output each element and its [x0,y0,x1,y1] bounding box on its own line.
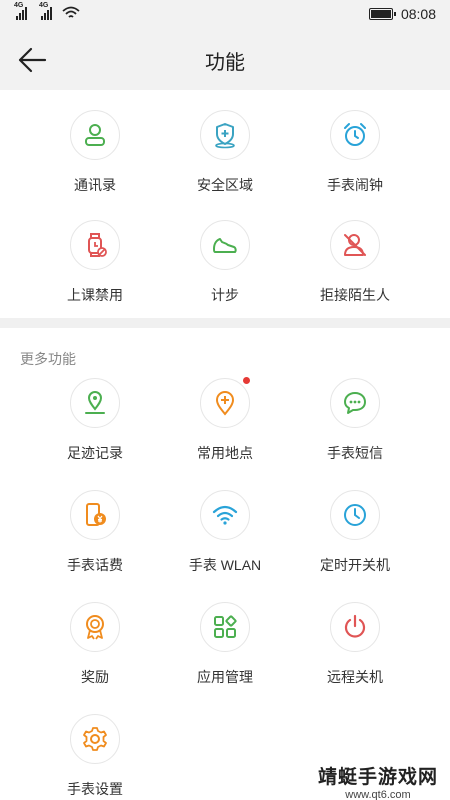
function-class-mode[interactable]: 上课禁用 [30,202,160,312]
signal-icon-2: 4G [39,2,52,20]
function-block-stranger[interactable]: 拒接陌生人 [290,202,420,312]
function-label: 定时开关机 [320,557,390,573]
phone-bill-icon [86,503,106,526]
safe-zone-icon [215,123,235,149]
function-label: 手表短信 [327,445,383,461]
status-bar: 4G 4G 08:08 [0,0,450,30]
function-label: 手表 WLAN [188,557,262,573]
watermark-url: www.qt6.com [345,789,411,800]
sms-icon [344,392,366,414]
function-step[interactable]: 计步 [160,202,290,312]
function-app-manage[interactable]: 应用管理 [160,584,290,694]
function-favorite-place[interactable]: 常用地点 [160,360,290,470]
app-manage-icon [214,615,237,638]
signal-icon: 4G [14,2,27,20]
section-divider [0,318,450,328]
function-remote-shutdown[interactable]: 远程关机 [290,584,420,694]
function-safe-zone[interactable]: 安全区域 [160,92,290,202]
function-label: 上课禁用 [67,287,123,303]
function-label: 足迹记录 [67,445,123,461]
new-badge [243,377,250,384]
page-title: 功能 [205,52,245,74]
function-contacts[interactable]: 通讯录 [30,92,160,202]
function-label: 奖励 [81,669,109,685]
watermark-main: 靖蜓手游戏网 [317,767,438,788]
function-label: 手表设置 [67,781,123,797]
footprint-icon [85,391,105,414]
favorite-place-icon [215,391,235,416]
alarm-icon [344,123,366,146]
contacts-icon [85,124,105,146]
battery-icon [368,8,396,20]
reward-icon [86,615,104,640]
class-mode-icon [88,233,107,257]
power-icon [344,614,366,638]
block-stranger-icon [344,234,366,256]
function-label: 手表闹钟 [327,177,383,193]
function-alarm[interactable]: 手表闹钟 [290,92,420,202]
network-type-2: 4G [39,2,49,9]
function-reward[interactable]: 奖励 [30,584,160,694]
function-label: 通讯录 [74,177,116,193]
function-label: 常用地点 [197,445,253,461]
function-label: 远程关机 [327,669,383,685]
function-phone-bill[interactable]: 手表话费 [30,472,160,582]
function-footprint[interactable]: 足迹记录 [30,360,160,470]
function-label: 应用管理 [197,669,253,685]
function-sms[interactable]: 手表短信 [290,360,420,470]
status-time: 08:08 [400,6,436,22]
network-type-1: 4G [14,2,24,9]
settings-icon [83,727,107,751]
watermark: 靖蜓手游戏网 www.qt6.com [318,762,438,800]
step-icon [213,238,237,253]
wifi-icon [212,505,238,525]
more-functions-grid: 足迹记录 常用地点 手表短信 手表话费 手表 WLAN 定时开关机 奖励 应用管… [30,360,420,800]
wifi-status-icon [62,6,80,18]
main-functions-grid: 通讯录 安全区域 手表闹钟 上课禁用 计步 拒接陌生人 [30,92,420,312]
function-settings[interactable]: 手表设置 [30,696,160,800]
function-label: 拒接陌生人 [320,287,390,303]
header: 功能 [0,30,450,90]
signal-group: 4G 4G [14,2,80,20]
function-wlan[interactable]: 手表 WLAN [160,472,290,582]
function-label: 安全区域 [197,177,253,193]
timer-icon [344,504,366,526]
function-label: 计步 [211,287,239,303]
function-timer[interactable]: 定时开关机 [290,472,420,582]
function-label: 手表话费 [67,557,123,573]
